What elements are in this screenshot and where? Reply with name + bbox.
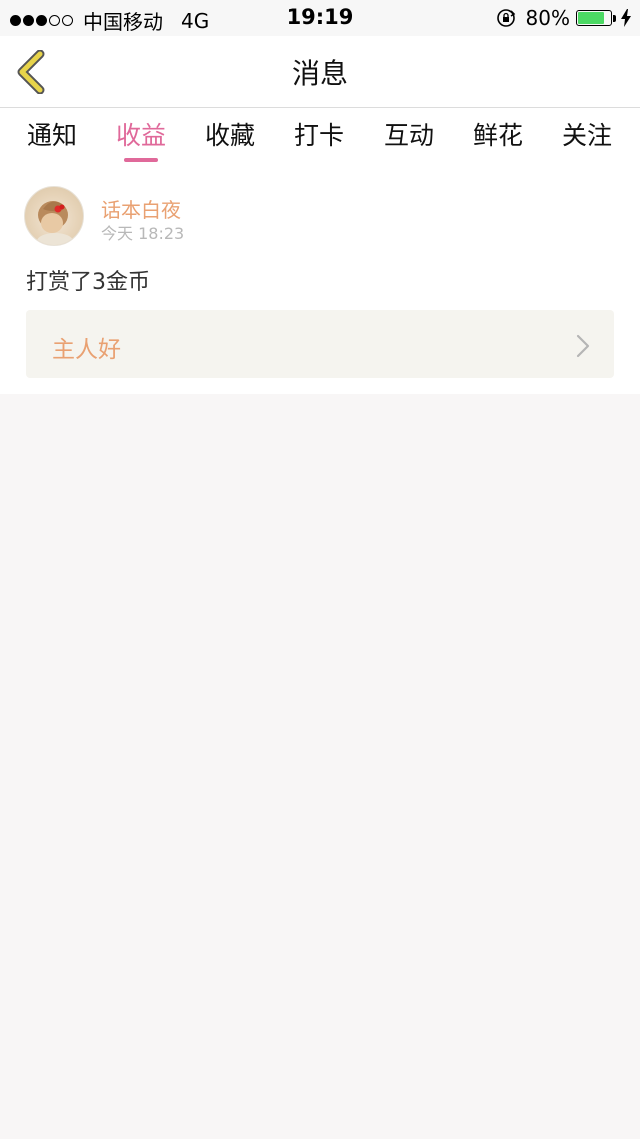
tab-label: 收益 xyxy=(115,121,166,150)
chevron-right-icon xyxy=(576,334,590,358)
tab-label: 通知 xyxy=(26,121,77,150)
rotation-lock-icon xyxy=(496,9,515,27)
tab-favorites[interactable]: 收藏 xyxy=(185,116,275,162)
active-tab-indicator xyxy=(124,158,158,162)
timestamp: 今天 18:23 xyxy=(101,224,185,243)
tab-following[interactable]: 关注 xyxy=(542,116,632,162)
battery-icon xyxy=(576,10,612,26)
tab-interaction[interactable]: 互动 xyxy=(364,116,454,162)
tab-label: 关注 xyxy=(561,121,612,150)
quoted-text: 主人好 xyxy=(52,337,121,363)
quoted-content-button[interactable]: 主人好 xyxy=(26,310,614,378)
page-title: 消息 xyxy=(291,57,348,90)
tab-label: 收藏 xyxy=(204,121,255,150)
message-item: 话本白夜 今天 18:23 打赏了3金币 主人好 xyxy=(0,166,640,394)
avatar[interactable] xyxy=(24,186,84,246)
tab-checkin[interactable]: 打卡 xyxy=(274,116,364,162)
tab-earnings[interactable]: 收益 xyxy=(96,116,186,162)
battery-percent: 80% xyxy=(525,6,570,30)
tab-notifications[interactable]: 通知 xyxy=(7,116,97,162)
username[interactable]: 话本白夜 xyxy=(101,194,181,223)
status-bar: 中国移动 4G 19:19 80% xyxy=(0,0,640,36)
tab-flowers[interactable]: 鲜花 xyxy=(453,116,543,162)
navigation-bar: 消息 xyxy=(0,36,640,108)
tab-label: 打卡 xyxy=(293,121,344,150)
charging-bolt-icon xyxy=(621,9,631,27)
tab-label: 鲜花 xyxy=(472,121,523,150)
message-text: 打赏了3金币 xyxy=(26,270,150,295)
tab-label: 互动 xyxy=(383,121,434,150)
status-right: 80% xyxy=(496,6,632,30)
tab-bar: 通知 收益 收藏 打卡 互动 鲜花 关注 xyxy=(0,108,640,166)
avatar-image xyxy=(37,201,73,245)
battery-cap xyxy=(613,14,616,22)
battery-fill xyxy=(578,12,604,24)
